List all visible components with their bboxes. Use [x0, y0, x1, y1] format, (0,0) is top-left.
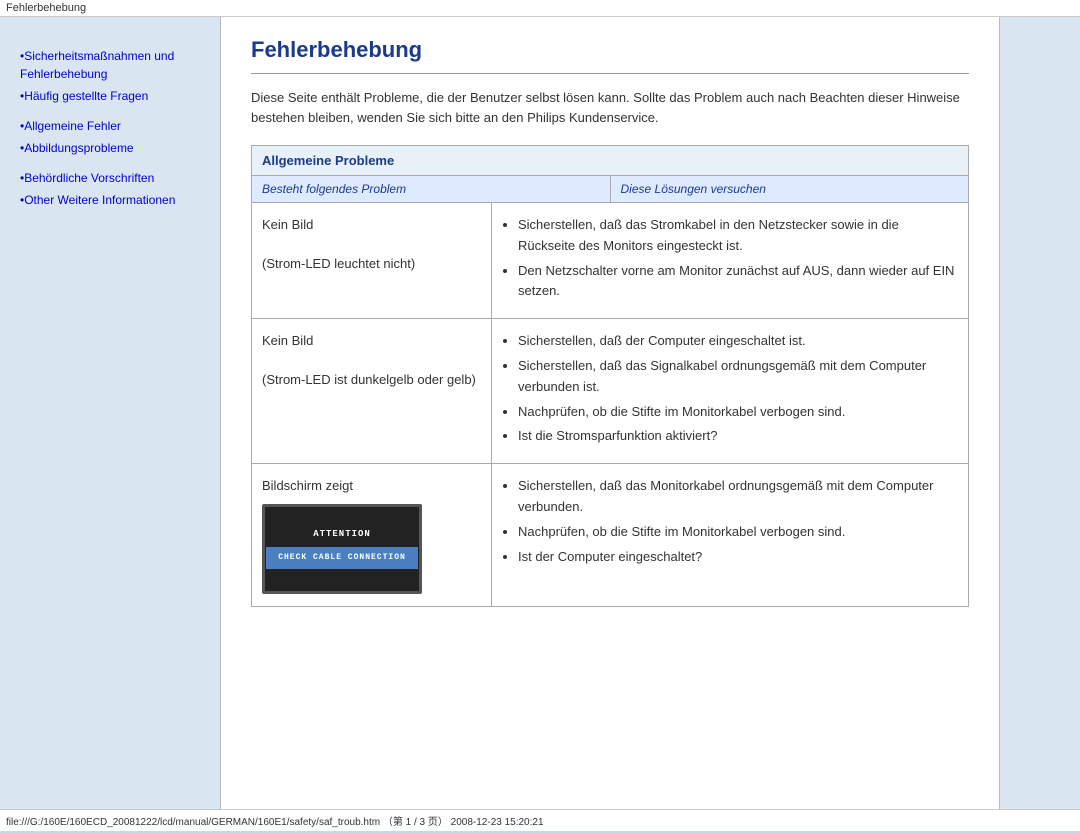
solution-item: Sicherstellen, daß das Stromkabel in den… [518, 215, 958, 257]
problem-text-3: Bildschirm zeigt [262, 478, 353, 493]
solution-cell-3: Sicherstellen, daß das Monitorkabel ordn… [492, 464, 968, 606]
solution-item: Ist die Stromsparfunktion aktiviert? [518, 426, 958, 447]
problem-cell-2: Kein Bild (Strom-LED ist dunkelgelb oder… [252, 319, 492, 463]
problem-cell-1: Kein Bild (Strom-LED leuchtet nicht) [252, 203, 492, 318]
solution-item: Nachprüfen, ob die Stifte im Monitorkabe… [518, 402, 958, 423]
nav-group-3: •Behördliche Vorschriften •Other Weitere… [20, 169, 210, 209]
sidebar-link-allgemeine[interactable]: •Allgemeine Fehler [20, 117, 210, 135]
solution-item: Sicherstellen, daß das Monitorkabel ordn… [518, 476, 958, 518]
col-solution-header: Diese Lösungen versuchen [611, 176, 969, 202]
problem-text-1: Kein Bild [262, 217, 313, 232]
title-bar: Fehlerbehebung [0, 0, 1080, 17]
content-area: Fehlerbehebung Diese Seite enthält Probl… [220, 17, 1000, 809]
sidebar-link-abbildung[interactable]: •Abbildungsprobleme [20, 139, 210, 157]
right-panel [1000, 17, 1080, 809]
solution-item: Den Netzschalter vorne am Monitor zunäch… [518, 261, 958, 303]
monitor-attention-text: ATTENTION [313, 528, 371, 542]
problems-table: Allgemeine Probleme Besteht folgendes Pr… [251, 145, 969, 607]
sidebar-link-behoerdlich[interactable]: •Behördliche Vorschriften [20, 169, 210, 187]
sidebar-link-weitere[interactable]: •Other Weitere Informationen [20, 191, 210, 209]
page-title: Fehlerbehebung [251, 37, 969, 63]
intro-text: Diese Seite enthält Probleme, die der Be… [251, 88, 969, 127]
solution-item: Ist der Computer eingeschaltet? [518, 547, 958, 568]
sidebar-link-safety[interactable]: •Sicherheitsmaßnahmen und Fehlerbehebung [20, 47, 210, 83]
sidebar-link-faq[interactable]: •Häufig gestellte Fragen [20, 87, 210, 105]
problem-subtext-2: (Strom-LED ist dunkelgelb oder gelb) [262, 372, 476, 387]
col-problem-header: Besteht folgendes Problem [252, 176, 611, 202]
nav-group-1: •Sicherheitsmaßnahmen und Fehlerbehebung… [20, 47, 210, 105]
status-bar: file:///G:/160E/160ECD_20081222/lcd/manu… [0, 809, 1080, 831]
problem-cell-3: Bildschirm zeigt ATTENTION CHECK CABLE C… [252, 464, 492, 606]
title-bar-text: Fehlerbehebung [6, 2, 86, 14]
problem-text-2: Kein Bild [262, 333, 313, 348]
left-sidebar: •Sicherheitsmaßnahmen und Fehlerbehebung… [0, 17, 220, 809]
solution-item: Nachprüfen, ob die Stifte im Monitorkabe… [518, 522, 958, 543]
table-header: Allgemeine Probleme [252, 146, 968, 176]
table-row: Kein Bild (Strom-LED leuchtet nicht) Sic… [252, 203, 968, 319]
problem-subtext-1: (Strom-LED leuchtet nicht) [262, 256, 415, 271]
table-row: Bildschirm zeigt ATTENTION CHECK CABLE C… [252, 464, 968, 606]
solution-cell-2: Sicherstellen, daß der Computer eingesch… [492, 319, 968, 463]
solution-item: Sicherstellen, daß der Computer eingesch… [518, 331, 958, 352]
monitor-display: ATTENTION CHECK CABLE CONNECTION [262, 504, 422, 594]
divider [251, 73, 969, 74]
column-headers: Besteht folgendes Problem Diese Lösungen… [252, 176, 968, 203]
table-row: Kein Bild (Strom-LED ist dunkelgelb oder… [252, 319, 968, 464]
solution-item: Sicherstellen, daß das Signalkabel ordnu… [518, 356, 958, 398]
monitor-check-text: CHECK CABLE CONNECTION [266, 547, 418, 569]
status-bar-text: file:///G:/160E/160ECD_20081222/lcd/manu… [6, 813, 544, 828]
solution-cell-1: Sicherstellen, daß das Stromkabel in den… [492, 203, 968, 318]
nav-group-2: •Allgemeine Fehler •Abbildungsprobleme [20, 117, 210, 157]
